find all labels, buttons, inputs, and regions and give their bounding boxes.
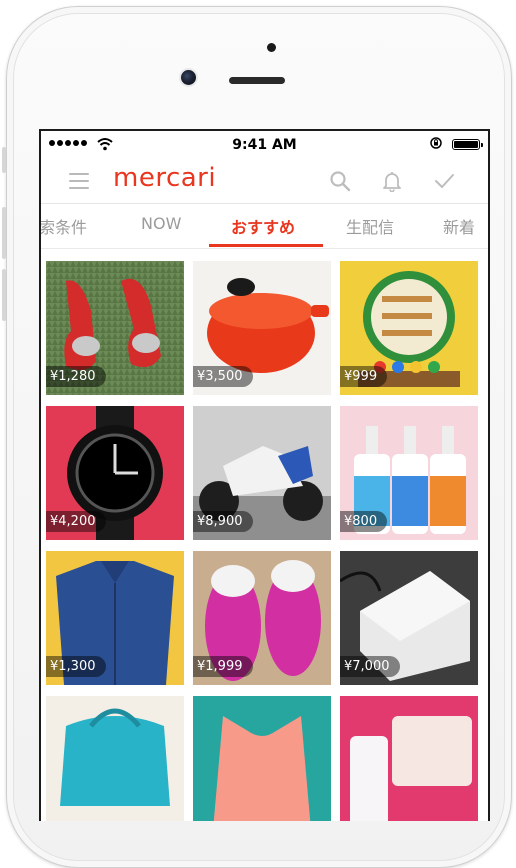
item-price: ¥3,500: [193, 366, 253, 387]
tab-recommended[interactable]: おすすめ: [231, 214, 295, 238]
status-bar: 9:41 AM: [41, 131, 488, 159]
item-card[interactable]: ¥3,500: [193, 261, 331, 395]
item-image-top: [193, 696, 331, 821]
item-card[interactable]: [46, 696, 184, 821]
tab-now[interactable]: NOW: [141, 214, 181, 233]
item-price: ¥4,200: [46, 511, 106, 532]
item-card[interactable]: ¥8,900: [193, 406, 331, 540]
item-price: ¥1,999: [193, 656, 253, 677]
nav-bar: mercari: [41, 159, 488, 204]
search-icon[interactable]: [329, 170, 351, 192]
item-card[interactable]: ¥7,000: [340, 551, 478, 685]
item-card[interactable]: [340, 696, 478, 821]
volume-up-button: [2, 207, 6, 259]
tab-live[interactable]: 生配信: [346, 214, 394, 238]
item-price: ¥8,900: [193, 511, 253, 532]
item-card[interactable]: [193, 696, 331, 821]
active-tab-indicator: [209, 244, 323, 247]
menu-icon[interactable]: [69, 173, 89, 189]
app-screen: 9:41 AM mercari 索条件 NOW おすすめ 生配信 新着 ¥1,2…: [39, 129, 490, 821]
status-time: 9:41 AM: [232, 137, 297, 153]
item-card[interactable]: ¥800: [340, 406, 478, 540]
brand-logo: mercari: [113, 163, 217, 193]
item-price: ¥999: [340, 366, 388, 387]
item-image-handbag: [46, 696, 184, 821]
checkmark-icon[interactable]: [433, 170, 455, 192]
rotation-lock-icon: [430, 137, 442, 149]
mute-switch: [2, 147, 6, 173]
bell-icon[interactable]: [381, 170, 403, 192]
tab-search-conditions[interactable]: 索条件: [41, 214, 87, 238]
battery-icon: [452, 139, 483, 150]
item-image-cosmetics: [340, 696, 478, 821]
front-camera: [181, 70, 196, 85]
item-price: ¥800: [340, 511, 388, 532]
volume-down-button: [2, 269, 6, 321]
proximity-sensor: [267, 43, 276, 52]
item-price: ¥7,000: [340, 656, 400, 677]
item-card[interactable]: ¥999: [340, 261, 478, 395]
item-card[interactable]: ¥1,999: [193, 551, 331, 685]
item-price: ¥1,280: [46, 366, 106, 387]
category-tabs: 索条件 NOW おすすめ 生配信 新着: [41, 204, 488, 249]
item-price: ¥1,300: [46, 656, 106, 677]
tab-new[interactable]: 新着: [443, 214, 475, 238]
earpiece-speaker: [229, 77, 285, 84]
item-card[interactable]: ¥1,280: [46, 261, 184, 395]
item-card[interactable]: ¥1,300: [46, 551, 184, 685]
item-card[interactable]: ¥4,200: [46, 406, 184, 540]
